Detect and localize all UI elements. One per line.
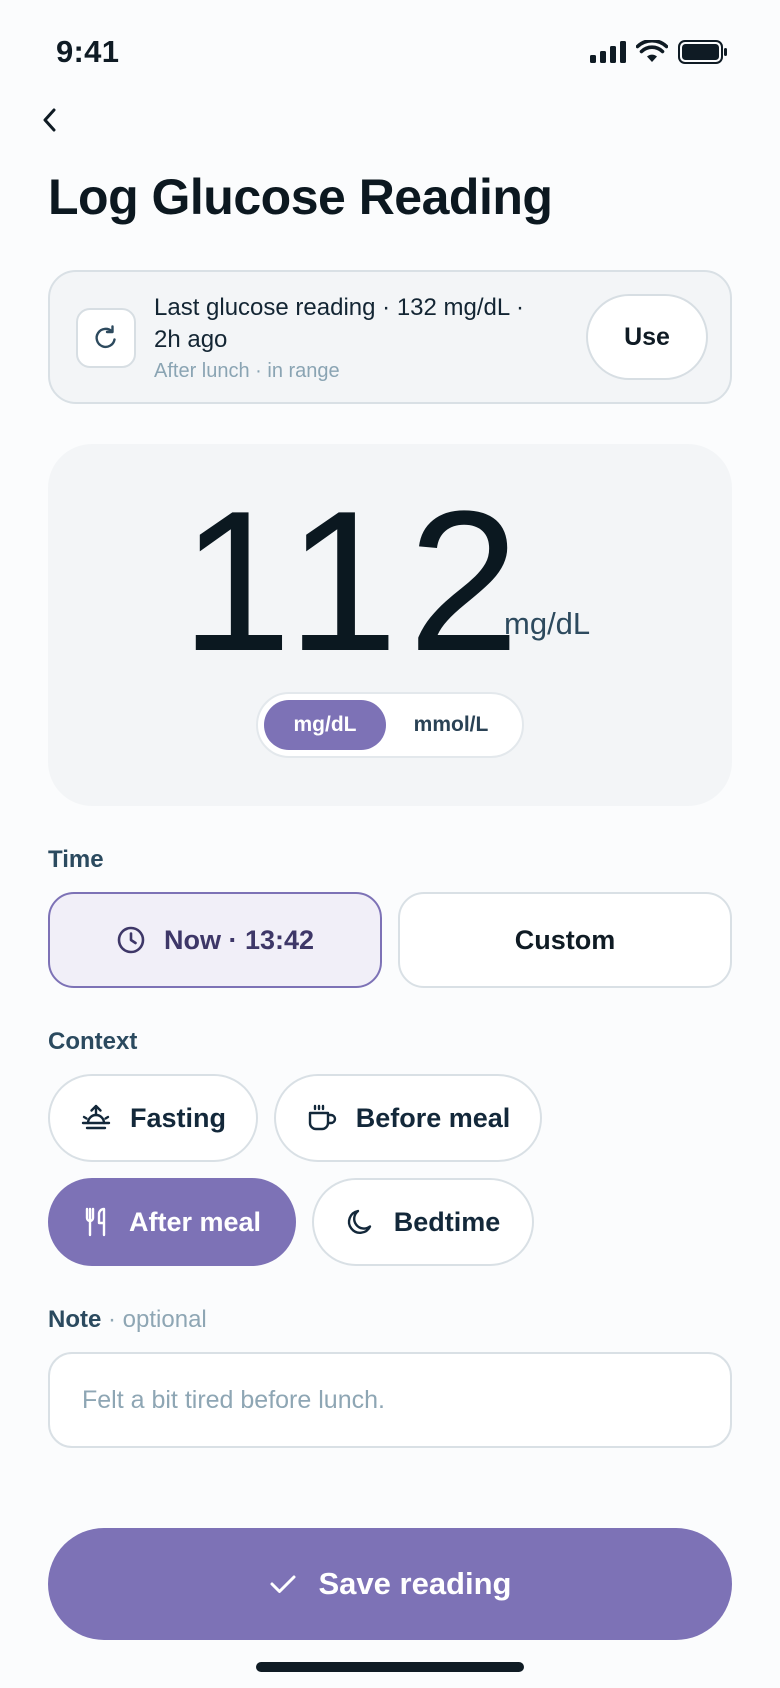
time-section-label: Time [48, 846, 104, 873]
note-optional-label: · optional [108, 1306, 207, 1333]
unit-option-mmoll[interactable]: mmol/L [386, 700, 516, 750]
refresh-button[interactable] [76, 308, 136, 368]
glucose-value[interactable]: 112 [48, 482, 732, 682]
context-label-bedtime: Bedtime [393, 1206, 501, 1237]
reading-value-card: 112 mg/dL mg/dL mmol/L [48, 444, 732, 806]
utensils-icon [85, 1207, 106, 1237]
checkmark-icon [270, 1575, 295, 1593]
last-reading-text: Last glucose reading · 132 mg/dL · 2h ag… [154, 294, 524, 353]
home-indicator [256, 1662, 524, 1672]
use-last-reading-button[interactable]: Use [586, 294, 708, 380]
clock-icon [117, 926, 145, 954]
chevron-left-icon [43, 108, 56, 132]
context-chip-before-meal[interactable]: Before meal [274, 1074, 542, 1162]
coffee-cup-icon [308, 1104, 336, 1131]
note-input[interactable] [48, 1352, 732, 1448]
time-custom-label: Custom [514, 924, 616, 955]
moon-icon [347, 1209, 371, 1234]
unit-toggle: mg/dL mmol/L [256, 692, 524, 758]
status-icons [590, 40, 728, 64]
last-reading-subtext: After lunch · in range [154, 360, 340, 382]
time-now-chip[interactable]: Now · 13:42 [48, 892, 382, 988]
battery-icon [678, 40, 727, 64]
context-chip-bedtime[interactable]: Bedtime [312, 1178, 534, 1266]
page-title: Log Glucose Reading [48, 169, 553, 225]
context-section-label: Context [48, 1028, 138, 1055]
context-chip-after-meal[interactable]: After meal [48, 1178, 296, 1266]
note-section-label: Note · optional [48, 1306, 207, 1334]
refresh-icon [95, 325, 116, 349]
save-reading-label: Save reading [318, 1566, 512, 1601]
context-label-fasting: Fasting [129, 1102, 226, 1133]
status-time: 9:41 [56, 34, 120, 69]
sunrise-icon [81, 1104, 111, 1130]
wifi-icon [636, 40, 668, 62]
context-chip-fasting[interactable]: Fasting [48, 1074, 258, 1162]
last-reading-card: Last glucose reading · 132 mg/dL · 2h ag… [48, 270, 732, 404]
time-custom-chip[interactable]: Custom [398, 892, 732, 988]
note-label: Note [48, 1306, 102, 1333]
cellular-signal-icon [590, 41, 626, 63]
time-now-label: Now · 13:42 [163, 924, 315, 955]
back-button[interactable] [30, 100, 70, 140]
context-label-after-meal: After meal [128, 1206, 262, 1237]
unit-option-mgdl[interactable]: mg/dL [264, 700, 386, 750]
context-label-before-meal: Before meal [355, 1102, 511, 1133]
glucose-unit-label: mg/dL [504, 606, 591, 641]
save-reading-button[interactable]: Save reading [48, 1528, 732, 1640]
